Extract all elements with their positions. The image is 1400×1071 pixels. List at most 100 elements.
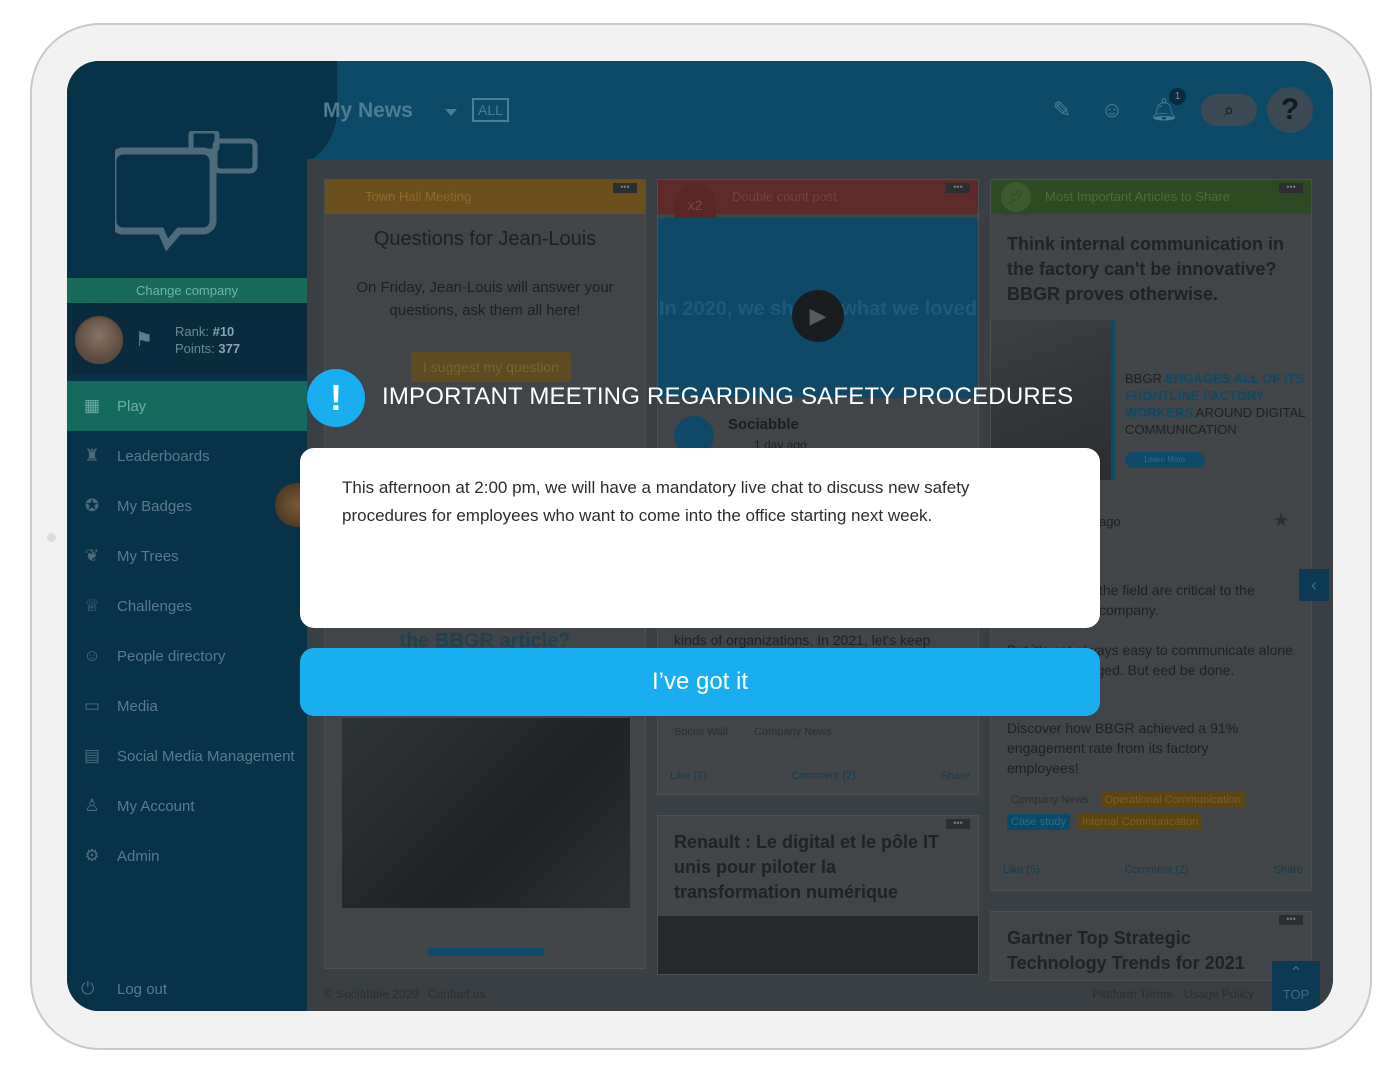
rank-value: #10	[212, 324, 235, 339]
renault-image	[658, 916, 978, 974]
calendar-icon: ▤	[83, 746, 101, 765]
star-icon[interactable]: ★	[1273, 510, 1289, 531]
play-icon[interactable]: ▶	[792, 290, 844, 342]
grid-icon: ▦	[83, 396, 101, 415]
card-title: Gartner Top Strategic Technology Trends …	[1007, 928, 1245, 973]
more-options-icon[interactable]: •••	[613, 183, 637, 193]
comment-button[interactable]: Comment (2)	[1125, 864, 1189, 876]
tag-operational-communication[interactable]: Operational Communication	[1100, 792, 1245, 808]
usage-policy-link[interactable]: Usage Policy	[1184, 987, 1254, 1001]
card-header-label: Most Important Articles to Share	[1045, 189, 1230, 204]
question-icon: ?	[1280, 93, 1300, 126]
suggest-question-button[interactable]: I suggest my question	[411, 352, 571, 382]
like-button[interactable]: Like (7)	[670, 770, 707, 782]
post-tags: Social Wall Company News	[674, 726, 832, 738]
chevron-left-icon[interactable]: ‹	[1299, 569, 1329, 601]
author-name[interactable]: Sociabble	[728, 416, 799, 433]
learn-more-button[interactable]: Learn More	[1125, 452, 1205, 468]
copyright: © Sociabble 2020	[324, 987, 419, 1001]
sidebar-item-admin[interactable]: ⚙ Admin	[67, 831, 307, 881]
card-title: Renault : Le digital et le pôle IT unis …	[674, 832, 940, 902]
profile-panel: ⚑ Rank: #10 Points: 377	[67, 303, 307, 375]
post-actions: Like (5) Comment (2) Share	[1003, 864, 1303, 876]
chevron-up-icon: ⌃	[1289, 965, 1303, 982]
card-title: Think internal communication in the fact…	[1007, 234, 1285, 304]
card-header: Most Important Articles to Share	[991, 180, 1311, 214]
card-header: Town Hall Meeting	[325, 180, 645, 214]
card-header-label: Town Hall Meeting	[365, 189, 472, 204]
page-title[interactable]: My News	[323, 99, 413, 123]
image-text-brand: BBGR	[1125, 371, 1162, 386]
sprout-icon: ❦	[84, 546, 100, 565]
chevron-down-icon[interactable]	[445, 109, 457, 116]
podium-icon: ♜	[84, 446, 100, 465]
compose-icon[interactable]: ✎	[1047, 95, 1077, 125]
filter-all-badge[interactable]: ALL	[472, 98, 509, 122]
back-to-top-label: TOP	[1282, 987, 1310, 1002]
post-time: ago	[1099, 514, 1121, 529]
read-more-button[interactable]	[427, 948, 545, 956]
sidebar-nav: ▦ Play ♜ Leaderboards ✪ My Badges ❦ My Trees…	[67, 381, 307, 881]
back-to-top-button[interactable]: ⌃ TOP	[1272, 961, 1320, 1011]
sidebar-item-label: Play	[117, 397, 147, 415]
add-user-icon[interactable]: ☺	[1097, 95, 1127, 125]
platform-terms-link[interactable]: Platform Terms	[1092, 987, 1172, 1001]
post-actions: Like (7) Comment (2) Share	[670, 770, 970, 782]
trophy-icon: ♕	[84, 596, 100, 615]
avatar[interactable]	[75, 316, 123, 364]
sidebar: Change company ⚑ Rank: #10 Points: 377 ▦…	[67, 61, 319, 1011]
more-options-icon[interactable]: •••	[1279, 915, 1303, 925]
renault-card[interactable]: ••• Renault : Le digital et le pôle IT u…	[657, 815, 979, 975]
sidebar-item-label: People directory	[117, 647, 226, 665]
logout-label: Log out	[117, 980, 168, 998]
sidebar-item-my-account[interactable]: ♙ My Account	[67, 781, 307, 831]
sidebar-item-label: My Account	[117, 797, 195, 815]
sidebar-item-label: Leaderboards	[117, 447, 210, 465]
top-header	[307, 61, 1333, 159]
podium-icon: ⚑	[135, 329, 153, 351]
sidebar-item-my-trees[interactable]: ❦ My Trees	[67, 531, 307, 581]
tag-internal-communication[interactable]: Internal Communication	[1078, 814, 1203, 830]
badge-icon: ✪	[84, 496, 100, 515]
folder-icon: ▭	[83, 696, 101, 715]
tag-social-wall[interactable]: Social Wall	[674, 726, 728, 738]
power-icon: ⏻	[81, 979, 95, 998]
more-options-icon[interactable]: •••	[946, 183, 970, 193]
sidebar-item-people-directory[interactable]: ☺ People directory	[67, 631, 307, 681]
search-icon: ⌕	[1223, 100, 1235, 120]
share-button[interactable]: Share	[1274, 864, 1303, 876]
alert-icon: !	[307, 369, 365, 427]
more-options-icon[interactable]: •••	[1279, 183, 1303, 193]
logout-button[interactable]: ⏻ Log out	[81, 979, 167, 999]
rank-points: Rank: #10 Points: 377	[175, 323, 240, 357]
pin-icon: 📌︎	[1001, 182, 1031, 212]
sidebar-item-media[interactable]: ▭ Media	[67, 681, 307, 731]
change-company-button[interactable]: Change company	[67, 278, 307, 303]
gear-icon: ⚙	[84, 846, 100, 865]
comment-button[interactable]: Comment (2)	[792, 770, 856, 782]
modal-body: This afternoon at 2:00 pm, we will have …	[342, 478, 970, 525]
share-button[interactable]: Share	[941, 770, 970, 782]
people-icon: ☺	[83, 646, 101, 665]
sidebar-item-challenges[interactable]: ♕ Challenges	[67, 581, 307, 631]
sidebar-item-leaderboards[interactable]: ♜ Leaderboards	[67, 431, 307, 481]
sidebar-item-label: Admin	[117, 847, 160, 865]
notification-count: 1	[1169, 88, 1186, 105]
more-options-icon[interactable]: •••	[946, 819, 970, 829]
sidebar-item-social-media-management[interactable]: ▤ Social Media Management	[67, 731, 307, 781]
tag-case-study[interactable]: Case study	[1007, 814, 1071, 830]
sidebar-item-play[interactable]: ▦ Play	[67, 381, 307, 431]
contact-link[interactable]: Contact us	[428, 987, 485, 1001]
help-button[interactable]: ?	[1267, 87, 1313, 133]
like-button[interactable]: Like (5)	[1003, 864, 1040, 876]
image-headline: BBGR ENGAGES ALL OF ITS FRONTLINE FACTOR…	[1125, 370, 1305, 438]
search-button[interactable]: ⌕	[1201, 94, 1257, 126]
tag-company-news[interactable]: Company News	[754, 726, 832, 738]
gartner-card[interactable]: ••• Gartner Top Strategic Technology Tre…	[990, 911, 1312, 981]
tablet-camera	[47, 533, 56, 542]
sidebar-item-my-badges[interactable]: ✪ My Badges	[67, 481, 307, 531]
post-body-1: the field are critical to the company.	[1099, 582, 1255, 618]
tag-company-news[interactable]: Company News	[1007, 792, 1093, 808]
post-body-3: Discover how BBGR achieved a 91% engagem…	[1007, 720, 1239, 776]
acknowledge-button[interactable]: I’ve got it	[300, 648, 1100, 716]
